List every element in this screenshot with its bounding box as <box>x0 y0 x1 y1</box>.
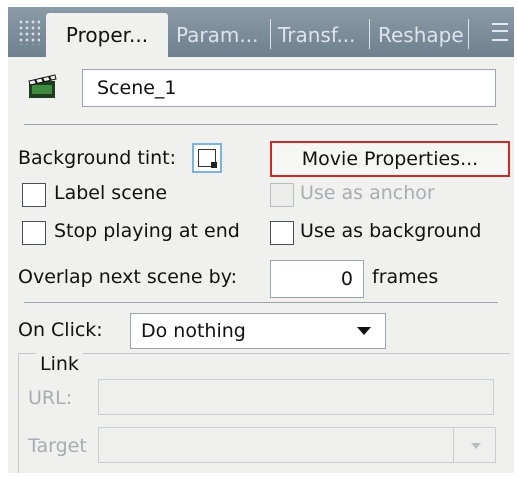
clapperboard-icon <box>28 74 57 98</box>
use-as-background-checkbox[interactable] <box>270 221 294 245</box>
divider <box>24 124 498 125</box>
target-select-separator <box>453 428 454 462</box>
frames-unit-label: frames <box>372 266 439 288</box>
tab-separator <box>369 19 370 49</box>
chevron-down-icon <box>471 443 481 449</box>
panel-menu-icon[interactable] <box>492 23 508 41</box>
stop-playing-label: Stop playing at end <box>54 220 240 242</box>
link-group-label: Link <box>36 353 83 375</box>
color-swatch-icon <box>198 149 217 168</box>
overlap-label: Overlap next scene by: <box>18 266 237 288</box>
properties-panel: Proper... Param... Transf... Reshape Sce… <box>8 7 514 473</box>
tab-separator <box>270 19 271 49</box>
on-click-selected-value: Do nothing <box>141 320 246 342</box>
on-click-label: On Click: <box>18 319 103 341</box>
overlap-frames-input[interactable]: 0 <box>270 260 364 298</box>
tab-transform[interactable]: Transf... <box>278 13 356 57</box>
use-as-anchor-checkbox[interactable] <box>270 183 294 207</box>
scene-name-input[interactable]: Scene_1 <box>82 69 496 107</box>
tab-reshape[interactable]: Reshape <box>378 13 464 57</box>
target-label: Target <box>28 435 87 457</box>
drag-grip-icon[interactable] <box>18 19 40 45</box>
tab-parameters[interactable]: Param... <box>176 13 258 57</box>
tab-separator <box>468 19 469 49</box>
tab-properties[interactable]: Proper... <box>46 13 168 57</box>
tab-bar: Proper... Param... Transf... Reshape <box>8 7 514 57</box>
label-scene-checkbox[interactable] <box>22 183 46 207</box>
background-tint-label: Background tint: <box>18 147 177 169</box>
url-label: URL: <box>28 387 73 409</box>
movie-properties-button[interactable]: Movie Properties... <box>270 141 510 177</box>
url-input[interactable] <box>98 379 494 415</box>
target-select[interactable] <box>98 427 496 463</box>
use-as-background-label: Use as background <box>300 220 482 242</box>
on-click-select[interactable]: Do nothing <box>130 313 386 349</box>
chevron-down-icon <box>357 327 371 335</box>
stop-playing-checkbox[interactable] <box>22 221 46 245</box>
label-scene-label: Label scene <box>54 182 168 204</box>
background-tint-swatch[interactable] <box>192 143 222 173</box>
use-as-anchor-label: Use as anchor <box>300 182 435 204</box>
divider <box>24 302 498 303</box>
